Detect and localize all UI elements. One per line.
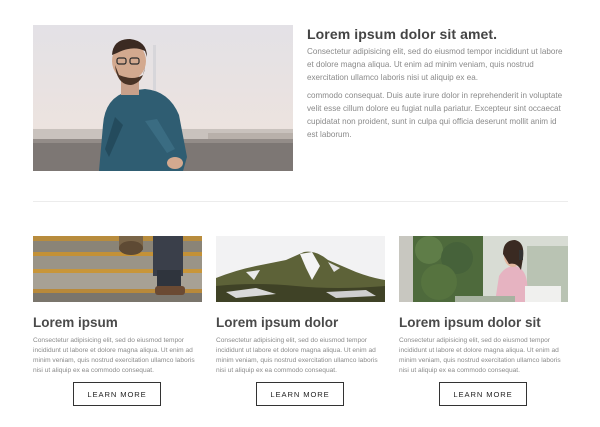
feature-title: Lorem ipsum dolor sit amet. xyxy=(307,26,498,42)
card-body: Consectetur adipisicing elit, sed do eiu… xyxy=(216,337,378,374)
card-2: Lorem ipsum dolor Consectetur adipisicin… xyxy=(216,236,385,406)
card-title: Lorem ipsum dolor xyxy=(216,315,339,330)
feature-paragraph-2: commodo consequat. Duis aute irure dolor… xyxy=(307,91,563,139)
feature-section: Lorem ipsum dolor sit amet. Consectetur … xyxy=(33,25,568,171)
learn-more-button[interactable]: LEARN MORE xyxy=(73,382,161,406)
card-photo-mountain xyxy=(216,236,385,302)
card-title: Lorem ipsum xyxy=(33,315,118,330)
card-3: Lorem ipsum dolor sit Consectetur adipis… xyxy=(399,236,568,406)
card-photo-stairs xyxy=(33,236,202,302)
section-divider xyxy=(33,201,568,202)
learn-more-button[interactable]: LEARN MORE xyxy=(439,382,527,406)
card-title: Lorem ipsum dolor sit xyxy=(399,315,541,330)
card-1: Lorem ipsum Consectetur adipisicing elit… xyxy=(33,236,202,406)
card-body: Consectetur adipisicing elit, sed do eiu… xyxy=(399,337,561,374)
card-body: Consectetur adipisicing elit, sed do eiu… xyxy=(33,337,195,374)
feature-photo-man-on-rooftop xyxy=(33,25,293,171)
card-photo-woman-on-phone xyxy=(399,236,568,302)
learn-more-button[interactable]: LEARN MORE xyxy=(256,382,344,406)
feature-paragraph-1: Consectetur adipisicing elit, sed do eiu… xyxy=(307,47,563,82)
feature-text: Lorem ipsum dolor sit amet. Consectetur … xyxy=(307,25,569,148)
